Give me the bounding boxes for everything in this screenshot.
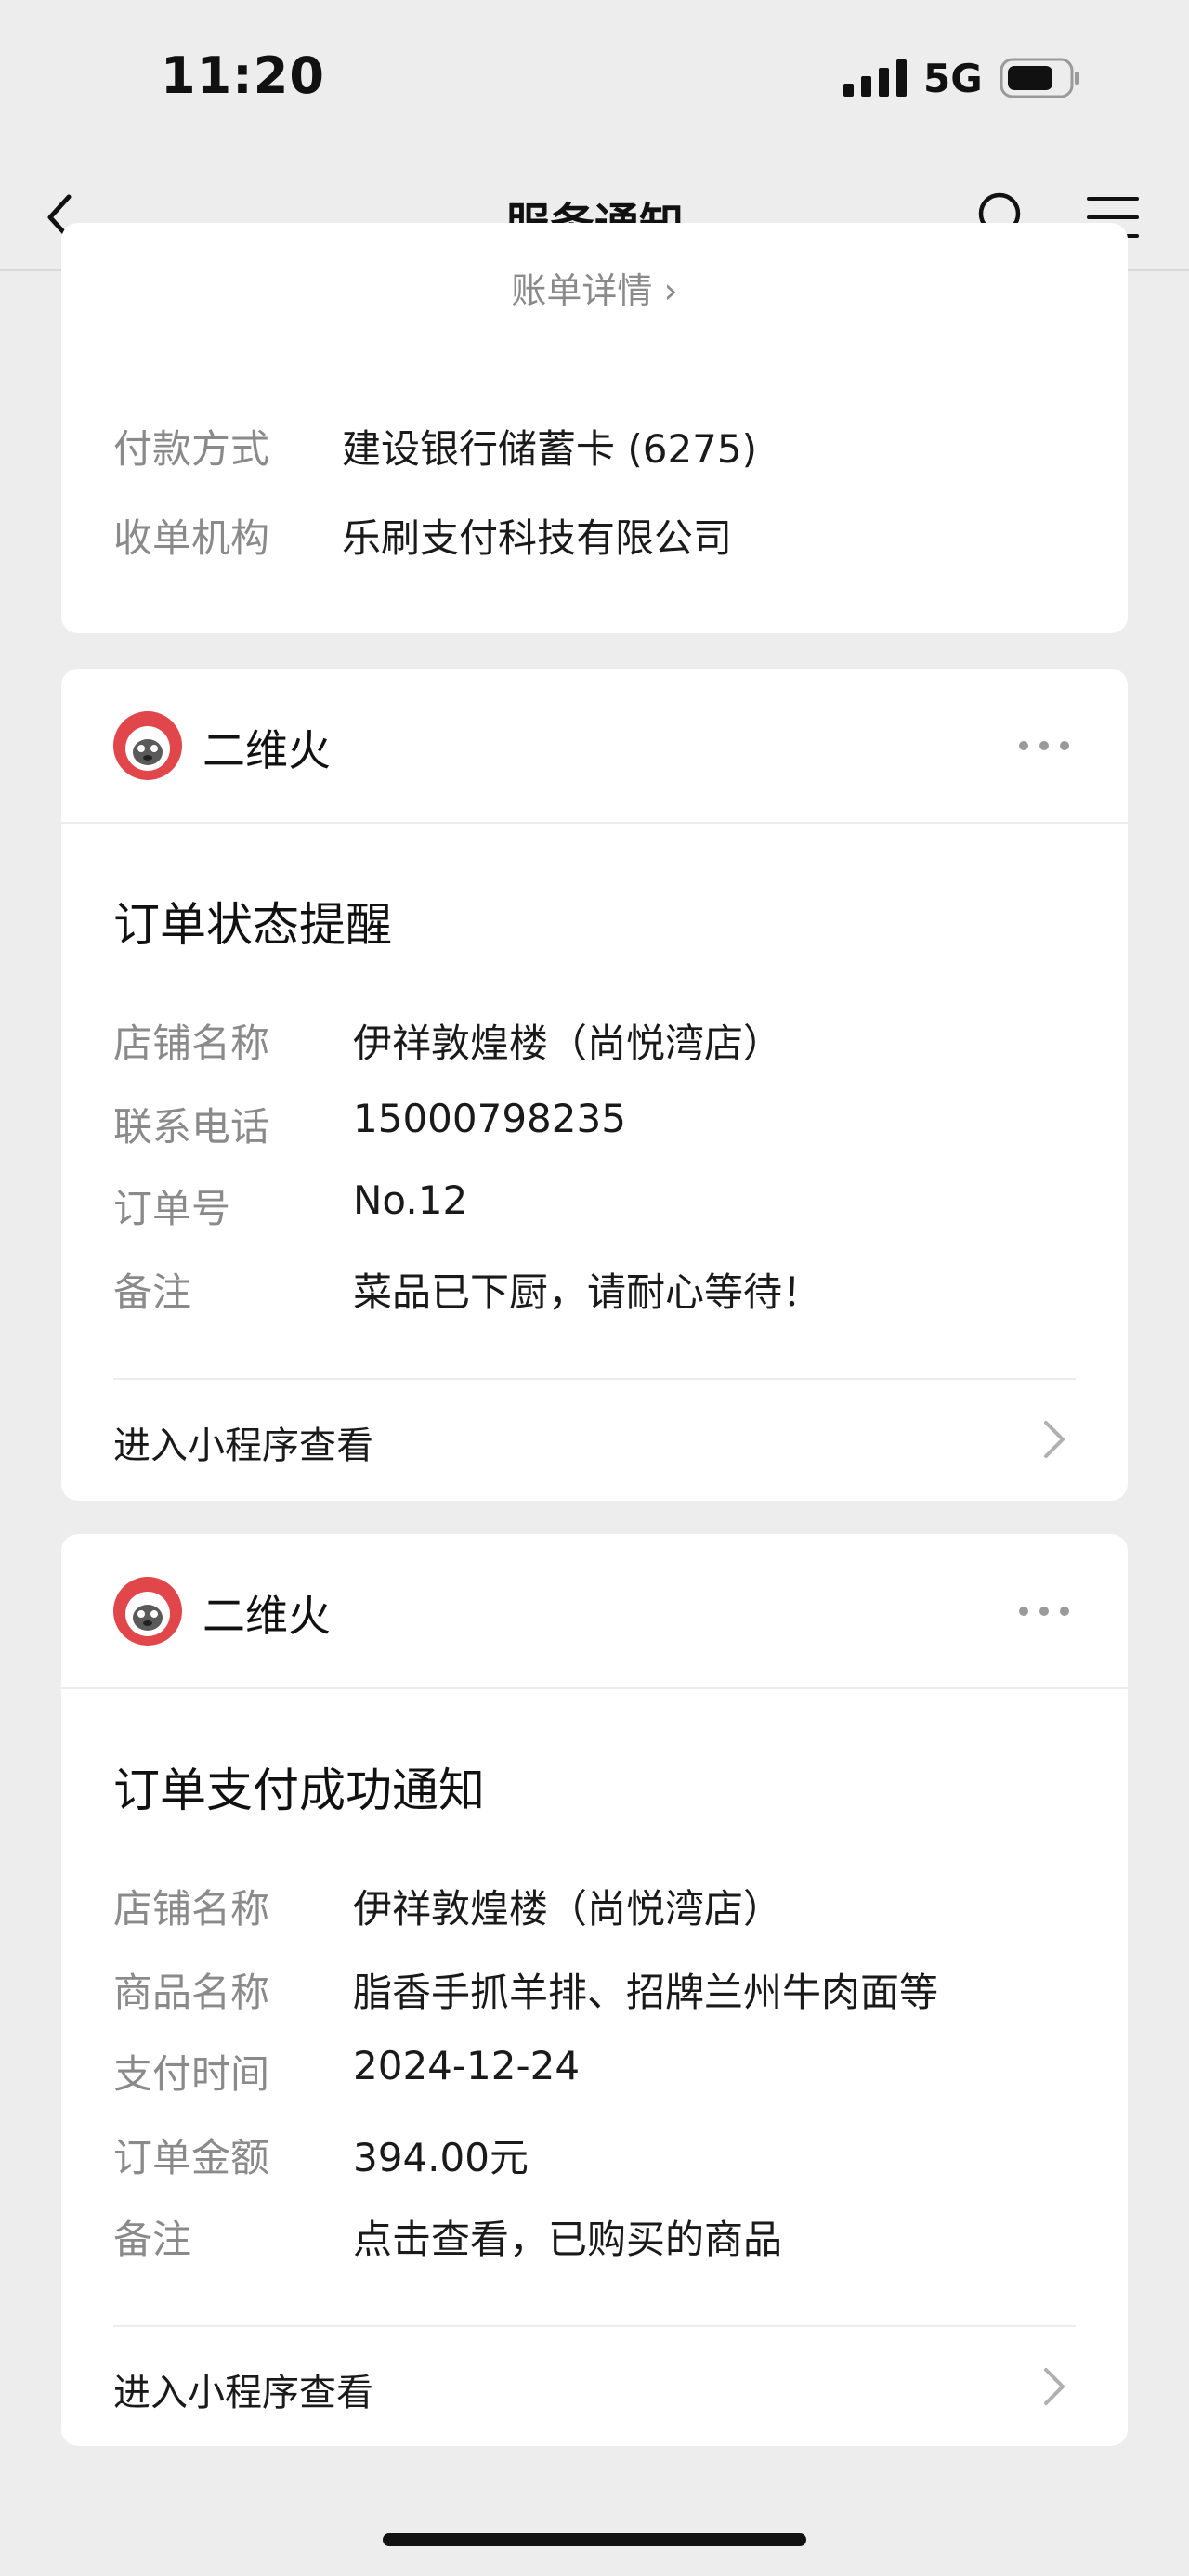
payment-card: 账单详情 › 付款方式 建设银行储蓄卡 (6275) 收单机构 乐刷支付科技有限… <box>61 223 1128 633</box>
row-label: 联系电话 <box>113 1104 270 1150</box>
more-icon[interactable] <box>1016 734 1072 758</box>
brand-name: 二维火 <box>203 1591 331 1641</box>
mini-program-label: 进入小程序查看 <box>113 1425 373 1467</box>
row-value: 菜品已下厨，请耐心等待！ <box>353 1269 822 1315</box>
open-mini-program-link[interactable]: 进入小程序查看 <box>61 2327 1128 2446</box>
row-value: 脂香手抓羊排、招牌兰州牛肉面等 <box>353 1970 939 2015</box>
home-indicator[interactable] <box>383 2533 806 2546</box>
chevron-right-icon <box>1044 1421 1065 1458</box>
row-label: 备注 <box>113 2217 192 2262</box>
acquirer-value: 乐刷支付科技有限公司 <box>342 515 733 561</box>
row-value: 伊祥敦煌楼（尚悦湾店） <box>353 1021 783 1066</box>
brand-name: 二维火 <box>203 725 331 775</box>
payment-method-value: 建设银行储蓄卡 (6275) <box>342 426 758 472</box>
card-title: 订单支付成功通知 <box>113 1763 485 1817</box>
payment-success-card: 二维火 订单支付成功通知 店铺名称 伊祥敦煌楼（尚悦湾店） 商品名称 脂香手抓羊… <box>61 1534 1128 2446</box>
more-icon[interactable] <box>1016 1599 1072 1623</box>
open-mini-program-link[interactable]: 进入小程序查看 <box>61 1380 1128 1499</box>
row-value: 394.00元 <box>353 2135 529 2180</box>
row-label: 店铺名称 <box>113 1886 270 1932</box>
status-bar: 11:20 5G <box>0 0 1189 167</box>
row-value: No.12 <box>353 1177 468 1223</box>
row-label: 支付时间 <box>113 2051 270 2097</box>
row-label: 商品名称 <box>113 1970 270 2015</box>
avatar-icon[interactable] <box>113 1577 182 1646</box>
bill-details-link[interactable]: 账单详情 › <box>61 262 1128 313</box>
row-value: 伊祥敦煌楼（尚悦湾店） <box>353 1886 783 1932</box>
row-label: 店铺名称 <box>113 1021 270 1066</box>
row-value: 15000798235 <box>353 1096 626 1141</box>
acquirer-label: 收单机构 <box>113 515 270 561</box>
row-value: 点击查看，已购买的商品 <box>353 2217 783 2262</box>
network-type: 5G <box>923 56 983 101</box>
row-label: 订单金额 <box>113 2135 270 2180</box>
payment-method-label: 付款方式 <box>113 426 270 472</box>
chevron-right-icon <box>1044 2368 1065 2405</box>
avatar-icon[interactable] <box>113 711 182 780</box>
order-status-card: 二维火 订单状态提醒 店铺名称 伊祥敦煌楼（尚悦湾店） 联系电话 1500079… <box>61 669 1128 1501</box>
row-label: 订单号 <box>113 1186 231 1231</box>
row-label: 备注 <box>113 1269 192 1315</box>
status-time: 11:20 <box>161 46 325 105</box>
card-header: 二维火 <box>61 669 1128 824</box>
card-header: 二维火 <box>61 1534 1128 1689</box>
row-value: 2024-12-24 <box>353 2043 581 2088</box>
mini-program-label: 进入小程序查看 <box>113 2372 373 2414</box>
battery-icon <box>1000 58 1079 98</box>
signal-icon <box>843 59 907 97</box>
card-title: 订单状态提醒 <box>113 898 392 952</box>
